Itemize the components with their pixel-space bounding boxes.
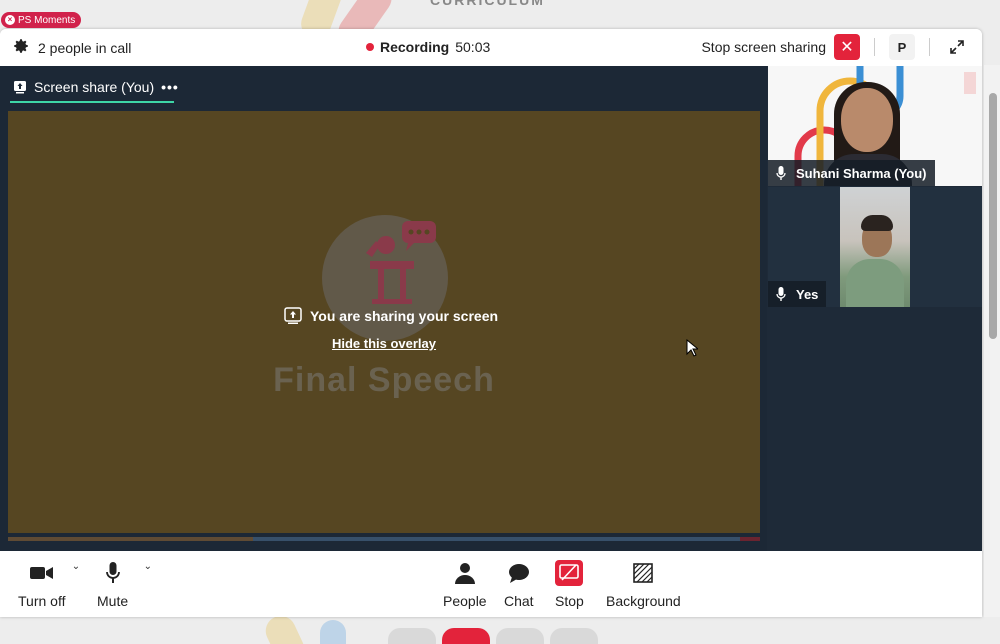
slide-title: Final Speech xyxy=(273,361,495,399)
participant-face xyxy=(841,88,893,152)
avatar[interactable]: P xyxy=(889,34,915,60)
screen-share-icon xyxy=(284,307,302,324)
gear-icon[interactable] xyxy=(12,37,30,58)
backdrop-shape xyxy=(320,620,346,644)
stop-icon-wrap xyxy=(555,559,584,587)
stop-sharing-icon xyxy=(555,560,584,586)
chat-icon-wrap xyxy=(508,559,530,587)
screen-share-icon xyxy=(14,81,26,94)
scrollbar-thumb[interactable] xyxy=(989,93,997,339)
participant-tile-remote[interactable]: Yes xyxy=(768,187,982,307)
expand-icon xyxy=(950,40,964,54)
chat-label: Chat xyxy=(504,593,534,609)
divider xyxy=(929,38,930,56)
participant-name: Suhani Sharma (You) xyxy=(796,165,927,181)
backdrop-title: CURRICULUM xyxy=(430,0,545,8)
divider xyxy=(874,38,875,56)
call-stage: Screen share (You) ••• Final Speech You … xyxy=(0,66,982,551)
overlay-message-text: You are sharing your screen xyxy=(310,308,499,324)
mute-button[interactable]: ⌄ Mute xyxy=(97,559,152,609)
chevron-down-icon[interactable]: ⌄ xyxy=(72,561,80,572)
video-camera-icon xyxy=(29,567,53,579)
stop-label: Stop xyxy=(555,593,584,609)
participant-video xyxy=(840,187,910,307)
screen-share-pane: Screen share (You) ••• Final Speech You … xyxy=(0,66,767,551)
mouse-cursor-icon xyxy=(686,339,698,357)
microphone-icon xyxy=(105,562,120,583)
ps-moments-badge[interactable]: × PS Moments xyxy=(1,12,82,28)
page-scrollbar[interactable] xyxy=(984,65,1000,617)
participant-name-tag: Suhani Sharma (You) xyxy=(768,160,935,186)
participant-tile-self[interactable]: Suhani Sharma (You) xyxy=(768,66,982,186)
chat-button[interactable]: Chat xyxy=(504,559,534,609)
people-icon-wrap xyxy=(454,559,475,587)
chevron-down-icon[interactable]: ⌄ xyxy=(144,561,152,572)
close-icon[interactable]: × xyxy=(5,15,15,25)
speaker-podium-icon xyxy=(366,221,436,304)
background-pattern-icon xyxy=(633,563,654,583)
tab-label: Screen share (You) xyxy=(34,79,155,95)
camera-toggle-button[interactable]: ⌄ Turn off xyxy=(18,559,80,609)
people-count-label: 2 people in call xyxy=(38,39,132,56)
tab-screen-share[interactable]: Screen share (You) ••• xyxy=(10,72,182,103)
close-icon: ✕ xyxy=(840,39,854,56)
dock-hint xyxy=(388,628,598,644)
chat-bubble-icon xyxy=(508,564,529,583)
shared-screen-progress xyxy=(8,537,760,541)
mute-icon-wrap: ⌄ xyxy=(105,559,152,587)
recording-indicator: Recording 50:03 xyxy=(366,39,490,55)
recording-label: Recording xyxy=(380,39,450,55)
microphone-icon xyxy=(776,286,786,301)
shared-screen-preview: Final Speech You are sharing your screen… xyxy=(8,111,760,533)
stop-share-button[interactable]: Stop xyxy=(555,559,584,609)
dock-item xyxy=(388,628,436,644)
dock-item xyxy=(496,628,544,644)
people-label: People xyxy=(443,593,487,609)
badge-label: PS Moments xyxy=(18,14,76,26)
mute-label: Mute xyxy=(97,593,129,609)
topbar-actions: Stop screen sharing ✕ P xyxy=(701,34,970,60)
participant-name-tag: Yes xyxy=(768,281,827,307)
active-tab-indicator xyxy=(10,101,174,103)
dock-item xyxy=(442,628,490,644)
people-button[interactable]: People xyxy=(443,559,487,609)
participant-hair xyxy=(861,215,893,231)
call-controls: ⌄ Turn off ⌄ Mute People Chat Stop Backg… xyxy=(0,551,982,617)
recording-dot-icon xyxy=(366,43,374,51)
progress-end-marker xyxy=(740,537,760,541)
progress-fill xyxy=(8,537,253,541)
person-icon xyxy=(454,563,475,584)
camera-icon-wrap: ⌄ xyxy=(29,559,80,587)
hide-overlay-link[interactable]: Hide this overlay xyxy=(8,336,760,351)
background-button[interactable]: Background xyxy=(606,559,681,609)
participant-body xyxy=(846,259,904,307)
microphone-icon xyxy=(776,165,786,180)
camera-toggle-label: Turn off xyxy=(18,593,66,609)
background-label: Background xyxy=(606,593,681,609)
background-icon-wrap xyxy=(633,559,654,587)
more-options-icon[interactable]: ••• xyxy=(161,79,179,95)
participant-name: Yes xyxy=(796,286,819,302)
stop-screen-sharing-label: Stop screen sharing xyxy=(701,39,826,55)
stop-screen-sharing-button[interactable]: ✕ xyxy=(834,34,860,60)
dock-item xyxy=(550,628,598,644)
recording-time: 50:03 xyxy=(455,39,491,55)
fullscreen-button[interactable] xyxy=(944,34,970,60)
meeting-window: 2 people in call Recording 50:03 Stop sc… xyxy=(0,29,982,617)
sharing-overlay-message: You are sharing your screen xyxy=(284,307,498,325)
call-topbar: 2 people in call Recording 50:03 Stop sc… xyxy=(0,29,982,66)
people-count[interactable]: 2 people in call xyxy=(12,37,131,58)
